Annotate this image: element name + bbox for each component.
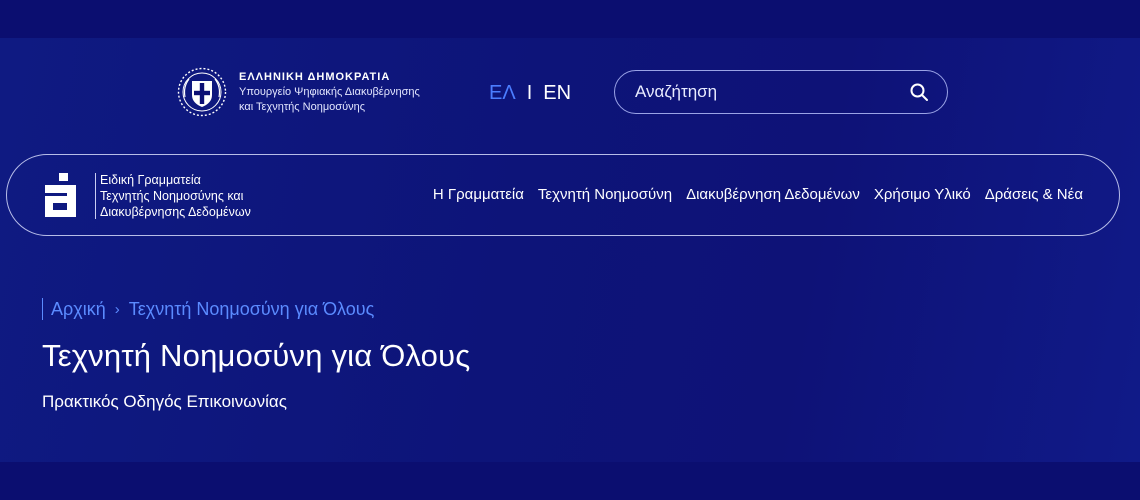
nav-item-artificial-intelligence[interactable]: Τεχνητή Νοημοσύνη [538,186,672,203]
page-title: Τεχνητή Νοημοσύνη για Όλους [42,338,471,373]
breadcrumb-current-page[interactable]: Τεχνητή Νοημοσύνη για Όλους [129,299,375,320]
government-title: ΕΛΛΗΝΙΚΗ ΔΗΜΟΚΡΑΤΙΑ [239,70,391,83]
bottom-band [0,462,1140,500]
brand-name-line1: Ειδική Γραμματεία [100,173,201,187]
ministry-name-line1: Υπουργείο Ψηφιακής Διακυβέρνησης [239,85,420,98]
language-switcher: ΕΛ I EN [489,82,571,105]
nav-item-secretariat[interactable]: Η Γραμματεία [433,186,524,203]
brand-name: Ειδική Γραμματεία Τεχνητής Νοημοσύνης κα… [100,172,251,220]
government-header: ΕΛΛΗΝΙΚΗ ΔΗΜΟΚΡΑΤΙΑ Υπουργείο Ψηφιακής Δ… [177,67,420,117]
page-subtitle: Πρακτικός Οδηγός Επικοινωνίας [42,392,287,411]
language-separator: I [526,82,533,104]
nav-item-useful-material[interactable]: Χρήσιμο Υλικό [874,186,971,203]
ministry-name-line2: και Τεχνητής Νοημοσύνης [239,100,366,113]
logo-divider [95,173,96,219]
top-band [0,0,1140,38]
nav-menu: Η Γραμματεία Τεχνητή Νοημοσύνη Διακυβέρν… [433,186,1083,203]
breadcrumb-home-link[interactable]: Αρχική [51,299,106,320]
language-en-link[interactable]: EN [543,82,571,105]
ai-logo-icon[interactable] [43,173,85,219]
main-navigation-bar: Ειδική Γραμματεία Τεχνητής Νοημοσύνης κα… [6,154,1120,236]
language-el-link[interactable]: ΕΛ [489,82,516,105]
nav-item-data-governance[interactable]: Διακυβέρνηση Δεδομένων [686,186,860,203]
nav-item-actions-news[interactable]: Δράσεις & Νέα [985,186,1083,203]
brand-name-line2: Τεχνητής Νοημοσύνης και [100,189,244,203]
breadcrumb: Αρχική › Τεχνητή Νοημοσύνη για Όλους [42,298,374,320]
search-icon[interactable] [909,82,929,102]
search-box [614,70,948,114]
breadcrumb-chevron-icon: › [114,300,120,318]
brand-name-line3: Διακυβέρνησης Δεδομένων [100,205,251,219]
greek-coat-of-arms-icon [177,67,227,117]
search-input[interactable] [633,81,909,103]
